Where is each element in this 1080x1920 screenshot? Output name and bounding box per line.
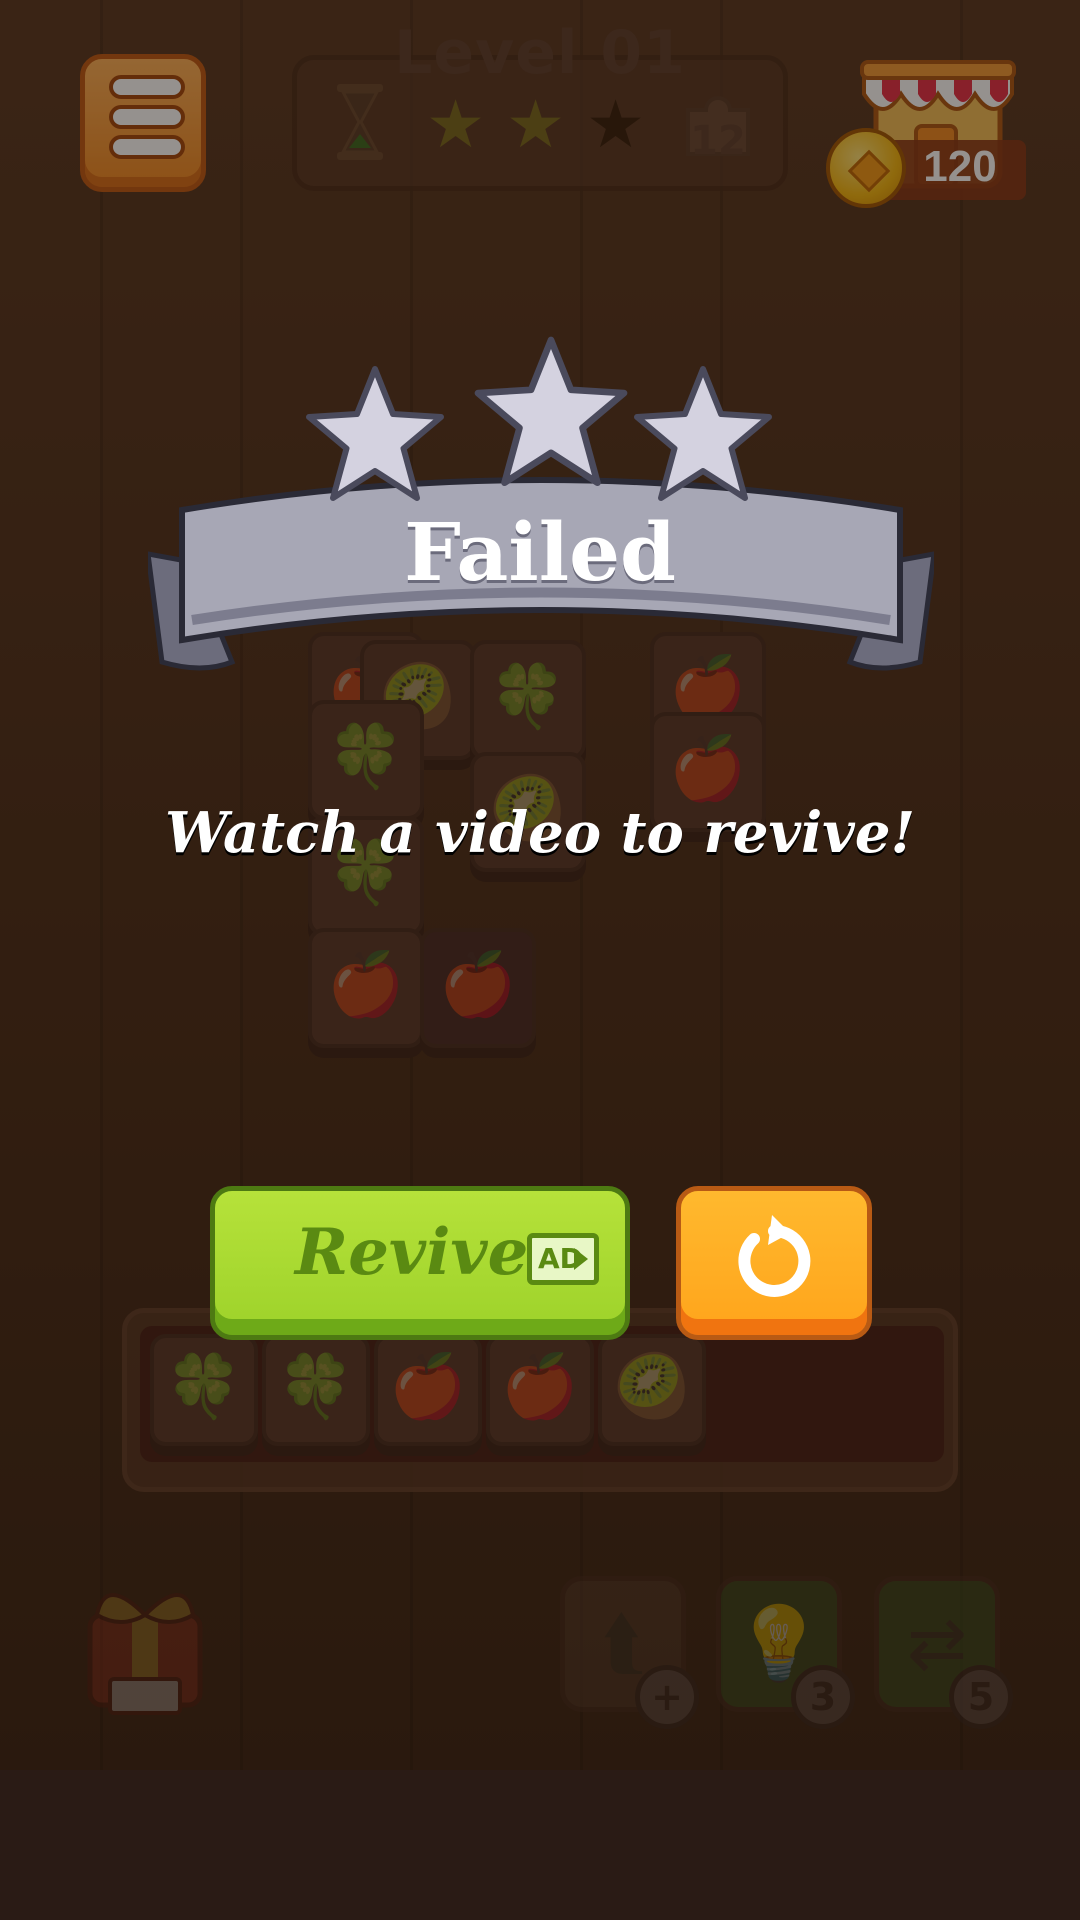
revive-message: Watch a video to revive! — [164, 800, 916, 866]
star-icon — [634, 366, 772, 501]
restart-button[interactable] — [676, 1186, 872, 1340]
modal-overlay — [0, 0, 1080, 1770]
revive-button[interactable]: Revive AD — [210, 1186, 630, 1340]
bottom-bar — [0, 1770, 1080, 1920]
ad-video-icon: AD — [527, 1233, 599, 1285]
star-icon — [306, 366, 444, 501]
restart-icon — [738, 1215, 811, 1297]
star-icon — [474, 336, 628, 487]
revive-button-label: Revive — [295, 1215, 529, 1290]
dialog-title: Failed — [404, 505, 676, 599]
